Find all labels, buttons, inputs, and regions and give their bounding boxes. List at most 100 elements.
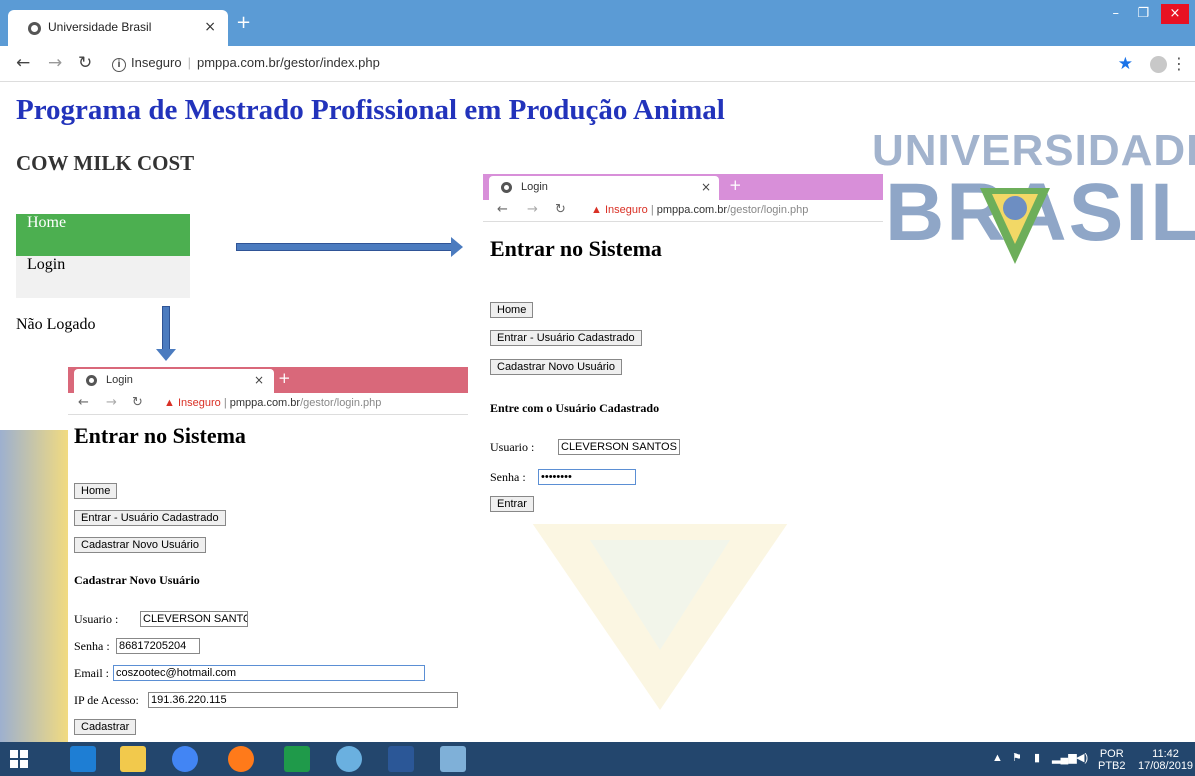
section-heading: Entre com o Usuário Cadastrado (490, 401, 660, 415)
login-screenshot: Login × + ← → ↻ ▲ Inseguro | pmppa.com.b… (483, 174, 883, 524)
menu-kebab-icon[interactable]: ⋮ (1171, 54, 1187, 73)
media-player-icon[interactable] (336, 746, 362, 772)
tab-close-icon: × (254, 373, 265, 387)
new-tab-icon: + (278, 369, 291, 387)
arrow-down-head (156, 349, 176, 361)
globe-icon (501, 182, 512, 193)
file-explorer-icon[interactable] (120, 746, 146, 772)
register-heading: Entrar no Sistema (74, 423, 246, 448)
keyboard-layout: PTB2 (1098, 760, 1126, 772)
word-icon[interactable] (388, 746, 414, 772)
security-label: Inseguro (177, 397, 221, 409)
new-tab-button[interactable]: + (236, 12, 251, 33)
ip-field: 191.36.220.115 (148, 692, 458, 708)
user-field: CLEVERSON SANTOS (558, 439, 680, 455)
globe-icon (28, 22, 41, 35)
url-domain: pmppa.com.br (656, 204, 728, 216)
security-label: Inseguro (131, 55, 182, 70)
volume-icon[interactable]: ◀) (1076, 752, 1088, 764)
tray-expand-icon[interactable]: ▲ (992, 752, 1003, 764)
back-arrow-icon: ← (497, 202, 508, 217)
security-label: Inseguro (604, 204, 648, 216)
user-label: Usuario : (74, 612, 119, 626)
warning-icon: ▲ (591, 204, 602, 216)
shot-toolbar: ← → ↻ ▲ Inseguro | pmppa.com.br/gestor/l… (68, 393, 468, 415)
address-bar[interactable]: i Inseguro | pmppa.com.br/gestor/index.php (112, 55, 380, 72)
clock[interactable]: 11:42 17/08/2019 (1138, 748, 1193, 772)
network-icon[interactable]: ▂▄▆ (1052, 752, 1077, 764)
forward-arrow-icon: → (106, 395, 117, 410)
email-field: coszootec@hotmail.com (113, 665, 425, 681)
shot-address-bar: ▲ Inseguro | pmppa.com.br/gestor/login.p… (164, 397, 381, 409)
page-subtitle: COW MILK COST (16, 151, 195, 175)
password-label: Senha : (490, 470, 526, 484)
info-icon[interactable]: i (112, 58, 126, 72)
register-screenshot: Login × + ← → ↻ ▲ Inseguro | pmppa.com.b… (68, 367, 468, 742)
email-label: Email : (74, 666, 109, 680)
login-registered-button: Entrar - Usuário Cadastrado (490, 330, 642, 346)
login-registered-button: Entrar - Usuário Cadastrado (74, 510, 226, 526)
windows-start-icon[interactable] (10, 750, 28, 768)
arrow-right-head (451, 237, 463, 257)
arrow-down-shaft (162, 306, 170, 350)
shot-tab-strip: Login × + (483, 174, 883, 200)
windows-taskbar: ▲ ⚑ ▮ ▂▄▆ ◀) POR PTB2 11:42 17/08/2019 (0, 742, 1195, 776)
ip-label: IP de Acesso: (74, 693, 139, 707)
reload-icon: ↻ (132, 395, 143, 410)
register-new-user-button: Cadastrar Novo Usuário (74, 537, 206, 553)
logo-emblem-icon (980, 188, 1050, 264)
url-text: pmppa.com.br/gestor/index.php (196, 55, 380, 70)
chrome-icon[interactable] (172, 746, 198, 772)
register-new-user-button: Cadastrar Novo Usuário (490, 359, 622, 375)
password-label: Senha : (74, 639, 110, 653)
shot-tab: Login × (489, 176, 719, 200)
section-heading: Cadastrar Novo Usuário (74, 573, 200, 587)
user-field: CLEVERSON SANTOS (140, 611, 248, 627)
url-path: /gestor/login.php (727, 204, 809, 216)
browser-tab-strip: Universidade Brasil × + – ❐ × (0, 0, 1195, 46)
browser-tab[interactable]: Universidade Brasil × (8, 10, 228, 46)
new-tab-icon: + (729, 176, 742, 194)
menu-item-login[interactable]: Login (16, 256, 190, 298)
shot-tab-strip: Login × + (68, 367, 468, 393)
url-domain: pmppa.com.br (229, 397, 301, 409)
battery-icon[interactable]: ▮ (1034, 752, 1040, 764)
browser-toolbar: ← → ↻ i Inseguro | pmppa.com.br/gestor/inde… (0, 46, 1195, 82)
menu-item-home[interactable]: Home (16, 214, 190, 256)
password-field: •••••••• (538, 469, 636, 485)
globe-icon (86, 375, 97, 386)
password-field: 86817205204 (116, 638, 200, 654)
remote-desktop-icon[interactable] (440, 746, 466, 772)
home-button: Home (490, 302, 534, 318)
decorative-ribbon (0, 430, 70, 750)
watermark-shape (530, 520, 790, 710)
shot-tab-title: Login (106, 374, 133, 386)
tab-close-icon[interactable]: × (204, 19, 216, 35)
clock-date: 17/08/2019 (1138, 760, 1194, 772)
submit-button: Entrar (490, 496, 534, 512)
submit-button: Cadastrar (74, 719, 137, 735)
login-heading: Entrar no Sistema (490, 236, 662, 261)
arrow-right-shaft (236, 243, 452, 251)
flag-icon[interactable]: ⚑ (1012, 752, 1022, 764)
back-arrow-icon[interactable]: ← (16, 53, 30, 73)
shot-toolbar: ← → ↻ ▲ Inseguro | pmppa.com.br/gestor/l… (483, 200, 883, 222)
home-button: Home (74, 483, 118, 499)
forward-arrow-icon: → (527, 202, 538, 217)
forward-arrow-icon[interactable]: → (48, 53, 62, 73)
page-title: Programa de Mestrado Profissional em Pro… (16, 94, 725, 126)
bookmark-star-icon[interactable]: ★ (1118, 54, 1133, 74)
minimize-button[interactable]: – (1113, 6, 1120, 21)
reload-icon[interactable]: ↻ (78, 53, 92, 73)
reload-icon: ↻ (555, 202, 566, 217)
firefox-icon[interactable] (228, 746, 254, 772)
internet-explorer-icon[interactable] (70, 746, 96, 772)
tab-title: Universidade Brasil (48, 20, 152, 34)
url-path: /gestor/login.php (300, 397, 382, 409)
maximize-button[interactable]: ❐ (1137, 6, 1149, 21)
store-icon[interactable] (284, 746, 310, 772)
window-close-button[interactable]: × (1161, 4, 1189, 24)
language-indicator[interactable]: POR PTB2 (1098, 748, 1126, 772)
back-arrow-icon: ← (78, 395, 89, 410)
profile-avatar-icon[interactable] (1150, 56, 1167, 73)
